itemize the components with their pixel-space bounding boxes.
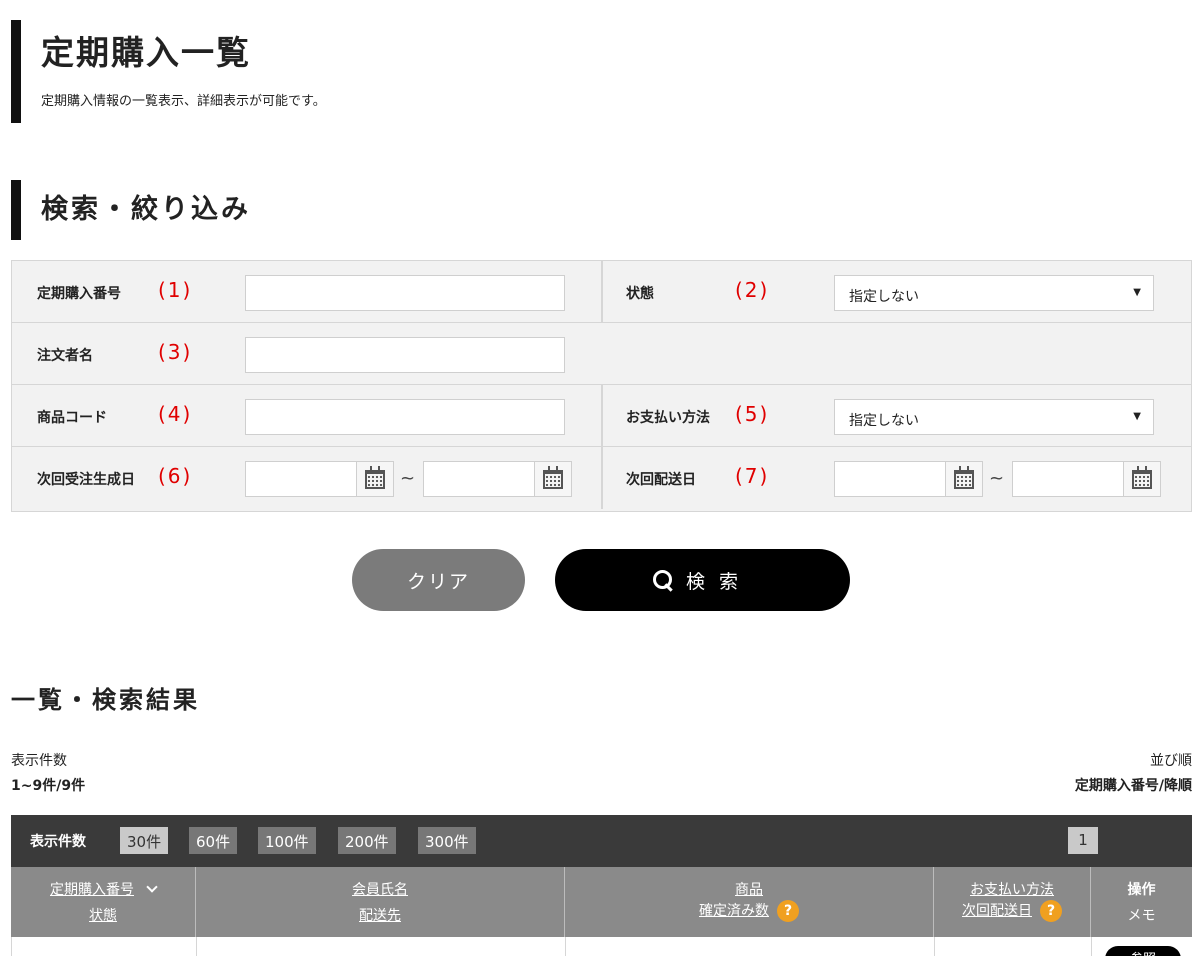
page-header: 定期購入一覧 定期購入情報の一覧表示、詳細表示が可能です。 [11,20,611,123]
page-size-label: 表示件数 [30,834,86,850]
pagination-page-1[interactable]: 1 [1068,827,1098,854]
payment-method-select[interactable]: 指定しない ▼ [834,399,1154,435]
calendar-icon [954,465,974,489]
column-divider [601,447,603,509]
payment-method-marker: (5) [735,402,770,426]
sort-by-delivery-address-link[interactable]: 配送先 [359,908,401,924]
calendar-icon [543,465,563,489]
sort-by-next-delivery-date-link[interactable]: 次回配送日 [962,903,1032,919]
view-button[interactable]: 参照 [1105,946,1181,956]
search-form: 定期購入番号 (1) 状態 (2) 指定しない ▼ 注文者名 (3) 商品コード… [11,260,1192,512]
actions-header-label: 操作 [1127,882,1156,898]
search-section-header: 検索・絞り込み [11,180,248,240]
page-size-100[interactable]: 100件 [258,827,316,854]
status-select-value: 指定しない [849,289,919,305]
subscription-number-marker: (1) [158,278,193,302]
next-delivery-date-from-calendar-button[interactable] [945,461,983,497]
results-toolbar: 表示件数 30件 60件 100件 200件 300件 1 [11,815,1192,867]
column-divider [601,385,603,446]
search-row-2: 注文者名 (3) [12,323,1191,385]
status-marker: (2) [735,278,770,302]
orderer-name-label: 注文者名 [37,348,93,364]
clear-button-label: クリア [406,570,470,593]
sort-by-member-name-link[interactable]: 会員氏名 [352,882,408,898]
column-header-subscription: 定期購入番号 状態 [11,867,196,937]
page-title: 定期購入一覧 [41,33,251,72]
table-cell [197,937,566,956]
page-size-200[interactable]: 200件 [338,827,396,854]
sort-order-value: 定期購入番号/降順 [1074,778,1192,794]
product-code-marker: (4) [158,402,193,426]
result-count-label: 表示件数 [11,753,67,769]
next-order-date-to-input[interactable] [423,461,535,497]
next-delivery-date-to-input[interactable] [1012,461,1124,497]
clear-button[interactable]: クリア [352,549,525,611]
next-order-date-to-calendar-button[interactable] [534,461,572,497]
column-divider [601,261,603,322]
results-title: 一覧・検索結果 [11,686,200,714]
memo-header-label: メモ [1127,908,1156,924]
page-description: 定期購入情報の一覧表示、詳細表示が可能です。 [41,94,326,109]
page-size-60[interactable]: 60件 [189,827,238,854]
search-row-1: 定期購入番号 (1) 状態 (2) 指定しない ▼ [12,261,1191,323]
page-size-300[interactable]: 300件 [418,827,476,854]
orderer-name-input[interactable] [245,337,565,373]
calendar-icon [365,465,385,489]
next-order-date-from-calendar-button[interactable] [356,461,394,497]
column-header-actions: 操作 メモ [1091,867,1192,937]
question-icon[interactable]: ? [1040,900,1062,922]
question-icon[interactable]: ? [777,900,799,922]
search-button[interactable]: 検索 [555,549,850,611]
search-row-3: 商品コード (4) お支払い方法 (5) 指定しない ▼ [12,385,1191,447]
results-table-header: 定期購入番号 状態 会員氏名 配送先 商品 確定済み数? お支払い方法 次回配送… [11,867,1192,937]
next-delivery-date-range: ~ [834,461,1164,497]
subscription-number-label: 定期購入番号 [37,286,121,302]
payment-method-label: お支払い方法 [626,410,710,426]
search-icon [652,569,674,591]
product-code-label: 商品コード [37,410,107,426]
result-count-value: 1~9件/9件 [11,778,86,794]
sort-by-confirmed-count-link[interactable]: 確定済み数 [699,903,769,919]
next-delivery-date-from-input[interactable] [834,461,946,497]
payment-method-select-value: 指定しない [849,413,919,429]
sort-by-subscription-number-link[interactable]: 定期購入番号 [50,882,134,898]
table-cell [935,937,1092,956]
column-header-member: 会員氏名 配送先 [196,867,565,937]
table-row [11,937,1192,956]
next-order-date-label: 次回受注生成日 [37,472,135,488]
next-delivery-date-to-calendar-button[interactable] [1123,461,1161,497]
next-order-date-from-input[interactable] [245,461,357,497]
column-header-payment: お支払い方法 次回配送日? [934,867,1091,937]
table-cell [566,937,935,956]
status-label: 状態 [626,286,654,302]
subscription-number-input[interactable] [245,275,565,311]
sort-order-label: 並び順 [1150,753,1192,769]
search-row-4: 次回受注生成日 (6) ~ 次回配送日 (7) ~ [12,447,1191,509]
next-delivery-date-label: 次回配送日 [626,472,696,488]
sort-by-product-link[interactable]: 商品 [735,882,763,898]
next-order-date-range: ~ [245,461,575,497]
chevron-down-icon[interactable] [146,881,158,893]
product-code-input[interactable] [245,399,565,435]
caret-down-icon: ▼ [1133,411,1141,422]
calendar-icon [1132,465,1152,489]
caret-down-icon: ▼ [1133,287,1141,298]
sort-by-status-link[interactable]: 状態 [89,908,117,924]
range-separator: ~ [400,468,416,489]
sort-by-payment-method-link[interactable]: お支払い方法 [970,882,1054,898]
status-select[interactable]: 指定しない ▼ [834,275,1154,311]
next-order-date-marker: (6) [158,464,193,488]
page-size-30[interactable]: 30件 [120,827,169,854]
search-section-title: 検索・絞り込み [41,194,251,225]
range-separator: ~ [989,468,1005,489]
search-button-label: 検索 [685,570,752,593]
table-cell [12,937,197,956]
orderer-name-marker: (3) [158,340,193,364]
next-delivery-date-marker: (7) [735,464,770,488]
column-header-product: 商品 確定済み数? [565,867,934,937]
